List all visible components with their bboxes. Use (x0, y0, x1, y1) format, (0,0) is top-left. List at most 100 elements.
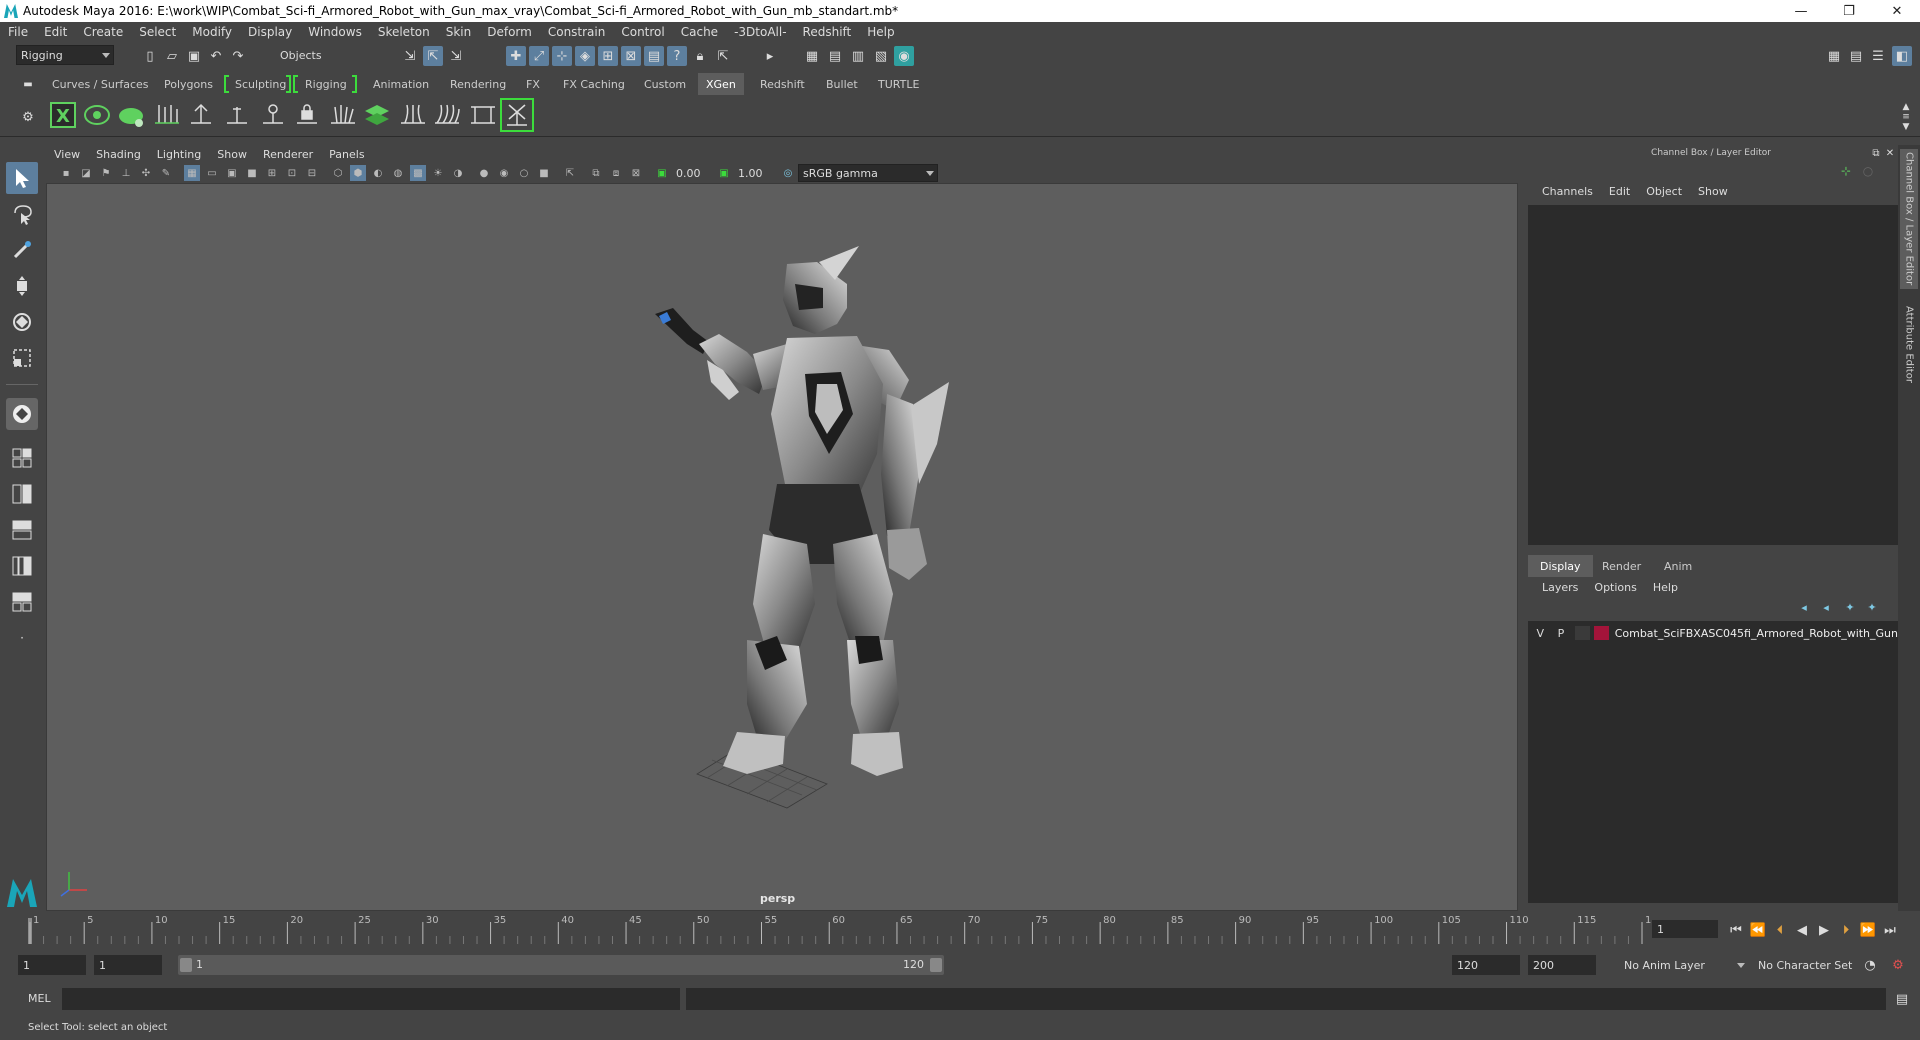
ipr-render-icon[interactable]: ▥ (848, 46, 868, 66)
motion-blur-icon[interactable]: ◉ (496, 165, 512, 181)
attribute-editor-toggle-icon[interactable]: ▤ (1846, 46, 1866, 66)
tab-fx-caching[interactable]: FX Caching (555, 73, 633, 95)
anim-start-field[interactable]: 1 (18, 955, 86, 975)
step-forward-frame-icon[interactable]: ⏵ (1836, 920, 1856, 940)
xgen-add-guide-icon[interactable] (184, 98, 218, 132)
menu-3dtoall[interactable]: -3DtoAll- (726, 25, 794, 39)
paint-select-tool-icon[interactable] (6, 234, 38, 266)
xgen-create-description-icon[interactable] (114, 98, 148, 132)
layer-row[interactable]: V P Combat_SciFBXASC045fi_Armored_Robot_… (1528, 623, 1898, 643)
tab-bullet[interactable]: Bullet (818, 73, 866, 95)
select-hierarchy-icon[interactable]: ⇲ (400, 46, 420, 66)
menu-display[interactable]: Display (240, 25, 300, 39)
xgen-cut-icon[interactable] (466, 98, 500, 132)
save-scene-icon[interactable]: ▣ (184, 46, 204, 66)
field-chart-icon[interactable]: ⊞ (264, 165, 280, 181)
wireframe-icon[interactable]: ⬡ (330, 165, 346, 181)
menu-redshift[interactable]: Redshift (795, 25, 860, 39)
tab-xgen[interactable]: XGen (698, 73, 744, 95)
side-tab-channel-box[interactable]: Channel Box / Layer Editor (1900, 149, 1918, 289)
snap-projected-icon[interactable]: ◈ (575, 46, 595, 66)
xgen-guides-icon[interactable] (150, 98, 184, 132)
panel-menu-shading[interactable]: Shading (88, 148, 149, 161)
render-frame-icon[interactable]: ▤ (825, 46, 845, 66)
tab-render[interactable]: Render (1590, 555, 1653, 577)
new-empty-layer-icon[interactable]: ✦ (1840, 597, 1860, 617)
xgen-lock-guides-icon[interactable] (290, 98, 324, 132)
step-forward-key-icon[interactable]: ⏩ (1858, 920, 1878, 940)
layer-display-type[interactable] (1575, 626, 1590, 640)
modeling-toolkit-icon[interactable]: ▦ (1824, 46, 1844, 66)
snap-view-plane-icon[interactable]: ⊞ (598, 46, 618, 66)
tab-anim[interactable]: Anim (1652, 555, 1704, 577)
xray-joints-icon[interactable]: ⧈ (608, 165, 624, 181)
undo-icon[interactable]: ↶ (206, 46, 226, 66)
robot-model[interactable] (655, 246, 949, 776)
textured-icon[interactable]: ▩ (410, 165, 426, 181)
xgen-layers-icon[interactable] (360, 98, 394, 132)
new-layer-selected-icon[interactable]: ✦ (1862, 597, 1882, 617)
layer-menu-help[interactable]: Help (1645, 581, 1686, 594)
minimize-button[interactable]: — (1778, 0, 1824, 22)
anim-end-field[interactable]: 200 (1528, 955, 1596, 975)
safe-action-icon[interactable]: ⊡ (284, 165, 300, 181)
grease-pencil-icon[interactable]: ✎ (158, 165, 174, 181)
hypershade-icon[interactable]: ◉ (894, 46, 914, 66)
rotate-tool-icon[interactable] (6, 306, 38, 338)
tab-rendering[interactable]: Rendering (442, 73, 514, 95)
close-button[interactable]: ✕ (1874, 0, 1920, 22)
2d-pan-zoom-icon[interactable]: ✣ (138, 165, 154, 181)
history-icon[interactable]: ▤ (644, 46, 664, 66)
tab-rigging[interactable]: Rigging (297, 73, 355, 95)
step-back-frame-icon[interactable]: ⏴ (1770, 920, 1790, 940)
tab-display[interactable]: Display (1528, 555, 1593, 577)
play-backwards-icon[interactable]: ◀ (1792, 920, 1812, 940)
go-to-end-icon[interactable]: ⏭ (1880, 920, 1900, 940)
layout-graph-icon[interactable] (6, 586, 38, 618)
play-forwards-icon[interactable]: ▶ (1814, 920, 1834, 940)
menu-help[interactable]: Help (859, 25, 902, 39)
go-to-start-icon[interactable]: ⏮ (1726, 920, 1746, 940)
new-scene-icon[interactable]: ▯ (140, 46, 160, 66)
layer-menu-layers[interactable]: Layers (1534, 581, 1586, 594)
tab-polygons[interactable]: Polygons (156, 73, 221, 95)
color-management-icon[interactable]: ◎ (780, 165, 796, 181)
grid-icon[interactable]: ▦ (184, 165, 200, 181)
range-handle-start[interactable] (180, 958, 192, 972)
shelf-scroll-down-icon[interactable]: ▼ (1896, 117, 1916, 137)
tab-animation[interactable]: Animation (365, 73, 437, 95)
menu-skeleton[interactable]: Skeleton (370, 25, 438, 39)
snap-live-icon[interactable]: ⊠ (621, 46, 641, 66)
speed-icon[interactable]: ○ (1858, 161, 1878, 181)
tab-turtle[interactable]: TURTLE (870, 73, 927, 95)
menu-file[interactable]: File (0, 25, 36, 39)
current-time-marker[interactable] (28, 918, 32, 944)
tab-custom[interactable]: Custom (636, 73, 694, 95)
menu-edit[interactable]: Edit (36, 25, 75, 39)
layer-name[interactable]: Combat_SciFBXASC045fi_Armored_Robot_with… (1615, 627, 1898, 640)
scale-tool-icon[interactable] (6, 342, 38, 374)
manipulator-icon[interactable]: ⊹ (1836, 161, 1856, 181)
time-slider[interactable]: 1 5 10 15 20 25 30 35 40 45 50 55 60 65 70 75 80 85 90 95 10… (22, 914, 1652, 946)
menu-modify[interactable]: Modify (184, 25, 240, 39)
xgen-preview-icon[interactable] (80, 98, 114, 132)
film-gate-icon[interactable]: ▭ (204, 165, 220, 181)
xgen-guide-tool-icon[interactable] (220, 98, 254, 132)
layer-menu-options[interactable]: Options (1586, 581, 1644, 594)
layout-two-panes-icon[interactable] (6, 478, 38, 510)
lights-icon[interactable]: ☀ (430, 165, 446, 181)
antialiasing-icon[interactable]: ○ (516, 165, 532, 181)
restore-button[interactable]: ❐ (1826, 0, 1872, 22)
lock-icon[interactable]: 🔒︎ (690, 46, 710, 66)
panel-menu-panels[interactable]: Panels (321, 148, 372, 161)
render-view-icon[interactable]: ▦ (802, 46, 822, 66)
xgen-interactive-groom-icon[interactable] (500, 98, 534, 132)
playback-end-field[interactable]: 120 (1452, 955, 1520, 975)
menuset-dropdown[interactable]: Rigging (16, 45, 114, 65)
menu-constrain[interactable]: Constrain (540, 25, 614, 39)
layer-playback-toggle[interactable]: P (1553, 627, 1570, 640)
layout-single-icon[interactable] (6, 442, 38, 474)
menu-deform[interactable]: Deform (479, 25, 540, 39)
range-bar[interactable]: 1 120 (178, 955, 944, 975)
channel-box-area[interactable] (1528, 205, 1898, 545)
